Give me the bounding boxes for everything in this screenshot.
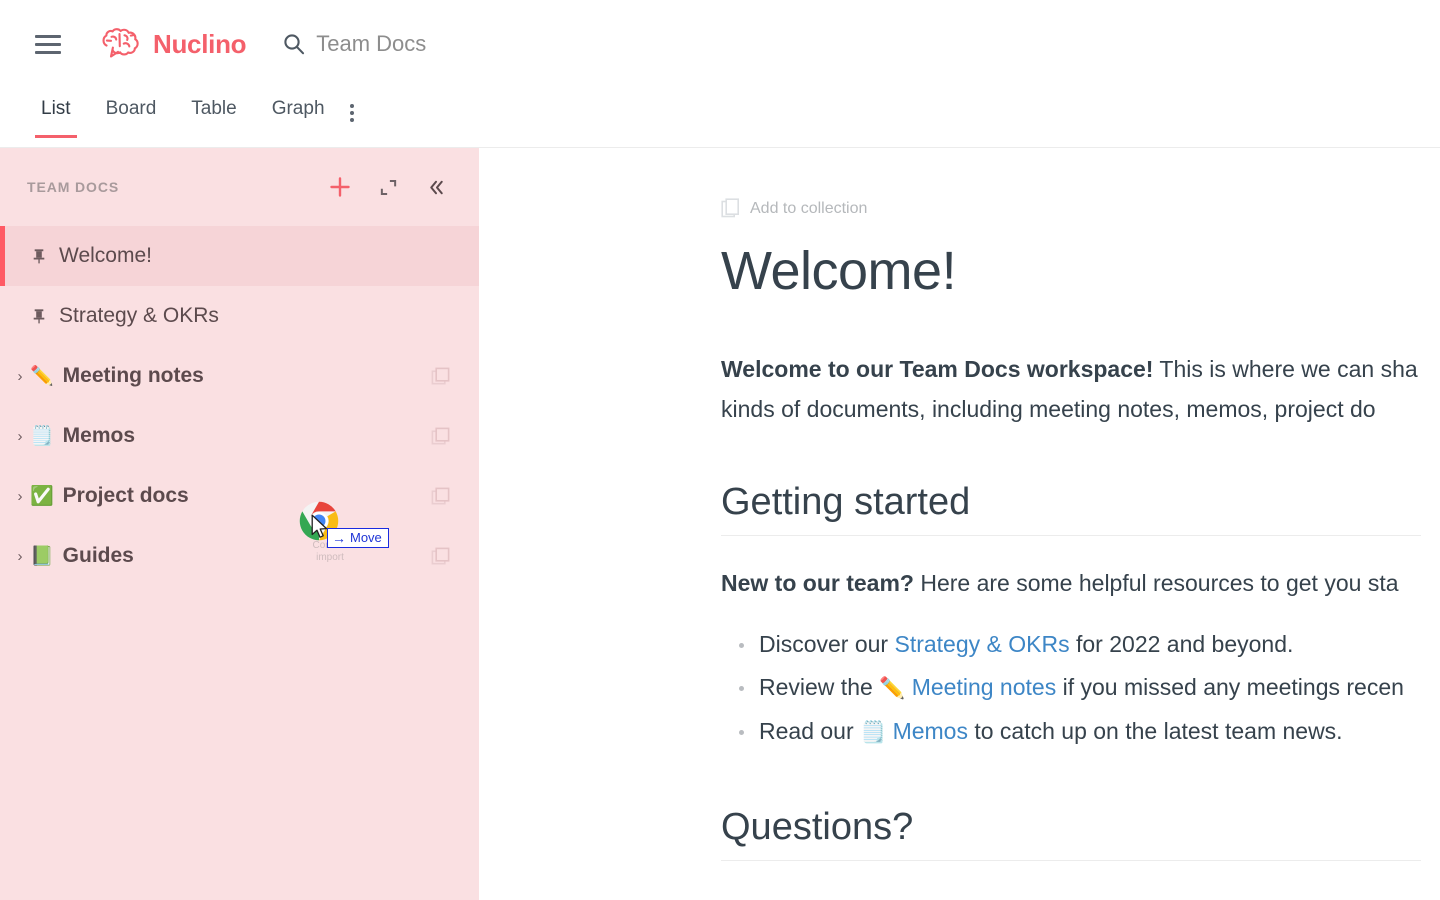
getting-started-lead: New to our team? Here are some helpful r…: [721, 570, 1440, 597]
pencil-emoji-icon: ✏️: [30, 365, 54, 387]
add-to-collection-button[interactable]: Add to collection: [721, 198, 867, 220]
expand-caret-icon[interactable]: ›: [12, 548, 28, 565]
collection-icon: [721, 198, 739, 218]
expand-caret-icon[interactable]: ›: [12, 428, 28, 445]
sidebar-item-memos[interactable]: › 🗒️ Memos: [0, 406, 479, 466]
add-item-button[interactable]: [323, 170, 357, 204]
view-tabs: List Board Table Graph: [0, 88, 1440, 148]
top-bar: Nuclino Team Docs: [0, 0, 1440, 88]
search-value: Team Docs: [316, 31, 427, 56]
pin-icon: [30, 247, 50, 265]
section-heading-getting-started: Getting started: [721, 481, 1421, 537]
check-mark-emoji-icon: ✅: [30, 485, 54, 507]
notepad-emoji-icon: 🗒️: [30, 425, 54, 447]
search-icon: [284, 34, 305, 55]
expand-caret-icon[interactable]: ›: [12, 488, 28, 505]
lead-rest: Here are some helpful resources to get y…: [913, 570, 1399, 597]
sidebar-item-project-docs[interactable]: › ✅ Project docs: [0, 466, 479, 526]
hamburger-bar: [35, 42, 61, 46]
sidebar-title: TEAM DOCS: [27, 179, 120, 195]
add-to-collection-label: Add to collection: [750, 200, 868, 217]
link-strategy-okrs[interactable]: Strategy & OKRs: [894, 631, 1069, 657]
sidebar-item-strategy-okrs[interactable]: › Strategy & OKRs: [0, 286, 479, 346]
tab-list[interactable]: List: [35, 88, 77, 138]
dot: [349, 118, 354, 122]
hamburger-bar: [35, 50, 61, 54]
notepad-emoji-icon: 🗒️: [860, 721, 887, 745]
sidebar-item-meeting-notes[interactable]: › ✏️ Meeting notes: [0, 346, 479, 406]
tab-graph[interactable]: Graph: [272, 88, 325, 138]
link-meeting-notes[interactable]: Meeting notes: [912, 674, 1056, 700]
document-pane: Add to collection Welcome! Welcome to ou…: [479, 148, 1440, 900]
pin-icon: [30, 307, 50, 325]
tab-table[interactable]: Table: [191, 88, 236, 138]
lead-bold: New to our team?: [721, 570, 914, 597]
hamburger-menu-icon[interactable]: [25, 21, 71, 67]
duplicate-icon[interactable]: [429, 365, 451, 387]
bullet-pre-text: Read our: [759, 718, 861, 745]
dot: [349, 104, 354, 108]
sidebar-item-label: Welcome!: [59, 244, 152, 267]
duplicate-icon[interactable]: [429, 545, 451, 567]
sidebar-item-label: Strategy & OKRs: [59, 304, 219, 327]
sidebar-item-label: Memos: [62, 424, 136, 447]
bullet-pre-text: Discover our: [759, 631, 895, 658]
nuclino-brain-logo-icon: [102, 28, 139, 58]
section-heading-questions: Questions?: [721, 806, 1421, 861]
expand-sidebar-button[interactable]: [371, 170, 405, 204]
expand-icon: [380, 179, 396, 195]
list-item: Review the ✏️ Meeting notes if you misse…: [721, 666, 1440, 710]
bullet-pre-text: Review the: [759, 674, 880, 701]
pencil-emoji-icon: ✏️: [879, 677, 906, 701]
green-book-emoji-icon: 📗: [30, 545, 54, 567]
document-body: Welcome! Welcome to our Team Docs worksp…: [721, 241, 1440, 861]
sidebar-header: TEAM DOCS: [0, 148, 479, 226]
resource-list: Discover our Strategy & OKRs for 2022 an…: [721, 623, 1440, 754]
search-input[interactable]: Team Docs: [283, 31, 426, 57]
intro-bold: Welcome to our Team Docs workspace!: [721, 356, 1154, 383]
more-vertical-icon[interactable]: [349, 88, 362, 140]
duplicate-icon[interactable]: [429, 425, 451, 447]
bullet-post-text: if you missed any meetings recen: [1056, 674, 1404, 701]
brand-logo-link[interactable]: Nuclino: [100, 27, 247, 61]
dot: [349, 111, 354, 115]
brand-name: Nuclino: [153, 28, 247, 59]
sidebar: TEAM DOCS ›: [0, 148, 479, 900]
duplicate-icon[interactable]: [429, 485, 451, 507]
chevrons-left-icon: [429, 180, 443, 194]
intro-line2: kinds of documents, including meeting no…: [721, 396, 1376, 423]
list-item: Read our 🗒️ Memos to catch up on the lat…: [721, 710, 1440, 754]
intro-paragraph: Welcome to our Team Docs workspace! This…: [721, 349, 1440, 429]
link-memos[interactable]: Memos: [893, 718, 968, 744]
hamburger-bar: [35, 34, 61, 38]
intro-rest: This is where we can sha: [1153, 356, 1418, 383]
bullet-post-text: to catch up on the latest team news.: [967, 718, 1343, 745]
page-title: Welcome!: [721, 241, 957, 301]
expand-caret-icon[interactable]: ›: [12, 368, 28, 385]
sidebar-item-label: Meeting notes: [62, 364, 204, 387]
sidebar-item-welcome[interactable]: › Welcome!: [0, 226, 479, 286]
bullet-post-text: for 2022 and beyond.: [1069, 631, 1294, 658]
plus-icon: [330, 177, 350, 197]
sidebar-item-label: Project docs: [62, 484, 189, 507]
collapse-sidebar-button[interactable]: [419, 170, 453, 204]
sidebar-item-guides[interactable]: › 📗 Guides: [0, 526, 479, 586]
tab-board[interactable]: Board: [106, 88, 157, 138]
list-item: Discover our Strategy & OKRs for 2022 an…: [721, 623, 1440, 666]
sidebar-item-label: Guides: [62, 544, 134, 567]
